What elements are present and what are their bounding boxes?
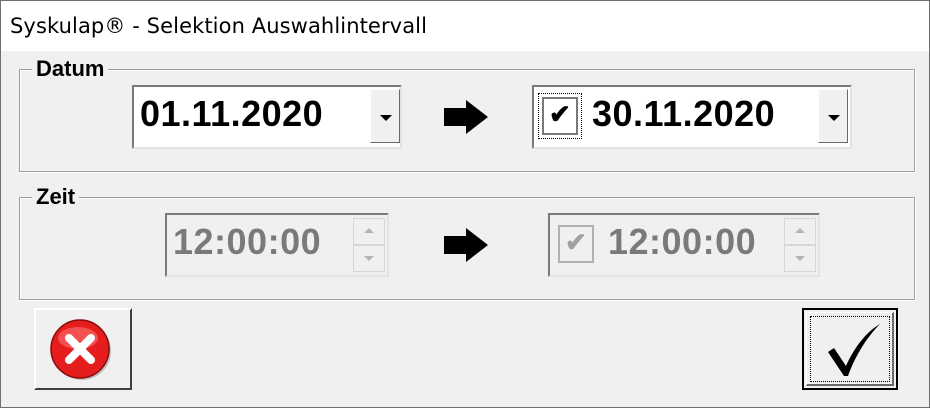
spin-down-button[interactable] bbox=[353, 245, 385, 272]
spin-up-button[interactable] bbox=[353, 218, 385, 245]
spin-down-button[interactable] bbox=[784, 245, 816, 272]
to-date-checkbox[interactable]: ✔ bbox=[538, 93, 582, 139]
checkmark-icon: ✔ bbox=[549, 99, 571, 129]
zeit-legend: Zeit bbox=[32, 184, 80, 210]
checkmark-icon: ✔ bbox=[565, 227, 587, 257]
cancel-icon bbox=[50, 319, 111, 380]
to-time-value: 12:00:00 bbox=[608, 221, 757, 262]
from-date-dropdown-button[interactable] bbox=[370, 89, 400, 143]
chevron-up-icon bbox=[795, 228, 805, 233]
from-date-value: 01.11.2020 bbox=[140, 93, 324, 134]
chevron-up-icon bbox=[364, 228, 374, 233]
cancel-button[interactable] bbox=[34, 308, 132, 390]
from-time-picker[interactable]: 12:00:00 bbox=[165, 213, 389, 277]
chevron-down-icon bbox=[380, 115, 392, 121]
checkmark-icon bbox=[828, 324, 880, 376]
to-date-value: 30.11.2020 bbox=[592, 93, 776, 134]
spin-up-button[interactable] bbox=[784, 218, 816, 245]
datum-group: Datum 01.11.2020 ✔ 30.11.2020 bbox=[19, 56, 915, 172]
title-bar: Syskulap® - Selektion Auswahlintervall bbox=[1, 1, 929, 51]
chevron-down-icon bbox=[795, 256, 805, 261]
right-arrow-icon bbox=[444, 100, 488, 134]
to-date-picker[interactable]: ✔ 30.11.2020 bbox=[532, 85, 852, 149]
dialog-window: Syskulap® - Selektion Auswahlintervall D… bbox=[0, 0, 930, 408]
zeit-group: Zeit 12:00:00 ✔ 12:00:00 bbox=[19, 184, 915, 300]
to-time-checkbox[interactable]: ✔ bbox=[558, 225, 594, 263]
right-arrow-icon bbox=[444, 228, 488, 262]
chevron-down-icon bbox=[364, 256, 374, 261]
window-title: Syskulap® - Selektion Auswahlintervall bbox=[10, 14, 428, 38]
datum-legend: Datum bbox=[32, 56, 109, 82]
chevron-down-icon bbox=[828, 115, 840, 121]
ok-button[interactable] bbox=[802, 308, 898, 390]
to-date-dropdown-button[interactable] bbox=[818, 89, 848, 143]
to-time-picker[interactable]: ✔ 12:00:00 bbox=[548, 213, 820, 277]
from-date-picker[interactable]: 01.11.2020 bbox=[132, 85, 402, 149]
from-time-value: 12:00:00 bbox=[173, 221, 322, 262]
